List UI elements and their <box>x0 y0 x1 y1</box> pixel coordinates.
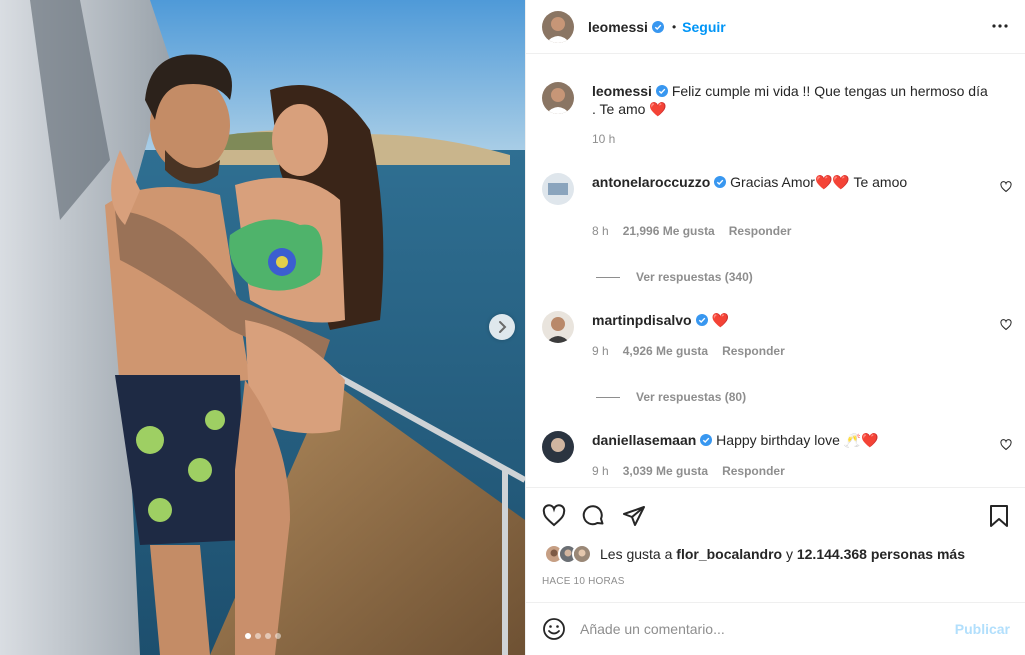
comment-body: ❤️ <box>711 312 729 328</box>
comment-text: antonelaroccuzzo Gracias Amor❤️❤️ Te amo… <box>592 173 992 191</box>
view-replies-label: Ver respuestas (80) <box>636 390 747 404</box>
profile-photo <box>542 173 574 205</box>
photo-couple-on-yacht <box>0 0 525 655</box>
follow-button[interactable]: Seguir <box>682 19 726 35</box>
profile-photo <box>542 431 574 463</box>
likes-count[interactable]: 12.144.368 personas más <box>797 546 965 562</box>
verified-badge-icon <box>651 20 664 33</box>
reply-button[interactable]: Responder <box>722 464 785 478</box>
like-heart-icon[interactable] <box>542 504 566 528</box>
caption-username[interactable]: leomessi <box>592 83 652 99</box>
avatar[interactable] <box>542 10 574 43</box>
comment-time[interactable]: 8 h <box>592 224 609 238</box>
comment-body: Happy birthday love 🥂❤️ <box>716 432 879 448</box>
comment-username[interactable]: antonelaroccuzzo <box>592 174 710 190</box>
avatar[interactable] <box>542 311 574 343</box>
comment-text: daniellasemaan Happy birthday love 🥂❤️ <box>592 431 992 449</box>
post-sidebar: leomessi • Seguir leomessi Feliz cumple … <box>525 0 1025 655</box>
comment-meta: 9 h 3,039 Me gusta Responder <box>592 464 785 478</box>
like-comment-heart-icon[interactable] <box>1000 439 1012 451</box>
comment-item: martinpdisalvo ❤️ 9 h 4,926 Me gusta Res… <box>542 311 1012 391</box>
replies-line <box>596 396 620 398</box>
action-icons <box>542 504 646 528</box>
comment-likes[interactable]: 21,996 Me gusta <box>623 224 715 238</box>
caption-time[interactable]: 10 h <box>592 132 615 146</box>
avatar[interactable] <box>542 431 574 463</box>
comment-time[interactable]: 9 h <box>592 344 609 358</box>
avatar[interactable] <box>542 82 574 114</box>
verified-badge-icon <box>700 434 713 446</box>
likes-summary[interactable]: Les gusta a flor_bocalandro y 12.144.368… <box>544 544 965 564</box>
carousel-dot <box>244 633 251 639</box>
likes-prefix: Les gusta a <box>600 546 673 562</box>
caption-meta: 10 h <box>592 132 615 146</box>
comment-input[interactable] <box>580 621 955 637</box>
view-replies-button[interactable]: Ver respuestas (340) <box>596 270 753 284</box>
verified-badge-icon <box>714 176 727 188</box>
liker-avatars <box>544 544 592 564</box>
post-timestamp[interactable]: HACE 10 HORAS <box>542 576 625 587</box>
comment-item: daniellasemaan Happy birthday love 🥂❤️ 9… <box>542 431 1012 487</box>
publish-button[interactable]: Publicar <box>955 621 1010 637</box>
comment-meta: 9 h 4,926 Me gusta Responder <box>592 344 785 358</box>
likes-user[interactable]: flor_bocalandro <box>676 546 782 562</box>
separator-bullet: • <box>671 19 677 34</box>
view-replies-label: Ver respuestas (340) <box>636 270 753 284</box>
comment-likes[interactable]: 4,926 Me gusta <box>623 344 708 358</box>
post-header: leomessi • Seguir <box>526 0 1025 54</box>
comment-username[interactable]: martinpdisalvo <box>592 312 692 328</box>
carousel-dot <box>274 633 281 639</box>
share-paper-plane-icon[interactable] <box>622 504 646 528</box>
comment-text: martinpdisalvo ❤️ <box>592 311 992 329</box>
like-comment-heart-icon[interactable] <box>1000 181 1012 193</box>
comment-meta: 8 h 21,996 Me gusta Responder <box>592 224 791 238</box>
caption: leomessi Feliz cumple mi vida !! Que ten… <box>542 82 1012 152</box>
profile-photo <box>542 10 574 43</box>
caption-text: leomessi Feliz cumple mi vida !! Que ten… <box>592 82 992 118</box>
comment-item: antonelaroccuzzo Gracias Amor❤️❤️ Te amo… <box>542 173 1012 253</box>
comment-time[interactable]: 9 h <box>592 464 609 478</box>
chevron-right-icon <box>499 321 507 333</box>
more-options-icon[interactable] <box>992 24 1008 28</box>
comment-likes[interactable]: 3,039 Me gusta <box>623 464 708 478</box>
profile-photo <box>542 311 574 343</box>
post-photo[interactable] <box>0 0 525 655</box>
author-username[interactable]: leomessi <box>588 19 648 35</box>
next-slide-button[interactable] <box>489 314 515 340</box>
profile-photo <box>542 82 574 114</box>
carousel-dot <box>264 633 271 639</box>
comment-bubble-icon[interactable] <box>582 504 606 528</box>
reply-button[interactable]: Responder <box>729 224 792 238</box>
comment-body: Gracias Amor❤️❤️ Te amoo <box>730 174 908 190</box>
like-comment-heart-icon[interactable] <box>1000 319 1012 331</box>
avatar <box>572 544 592 564</box>
emoji-icon[interactable] <box>542 617 566 641</box>
instagram-post: leomessi • Seguir leomessi Feliz cumple … <box>0 0 1025 655</box>
verified-badge-icon <box>695 314 708 326</box>
likes-connector: y <box>785 546 793 562</box>
comments-list[interactable]: leomessi Feliz cumple mi vida !! Que ten… <box>526 55 1025 487</box>
comment-username[interactable]: daniellasemaan <box>592 432 696 448</box>
post-actions: Les gusta a flor_bocalandro y 12.144.368… <box>526 487 1025 602</box>
carousel-dot <box>254 633 261 639</box>
carousel-indicators <box>0 633 525 639</box>
avatar[interactable] <box>542 173 574 205</box>
save-bookmark-icon[interactable] <box>988 504 1010 528</box>
replies-line <box>596 276 620 278</box>
add-comment-bar: Publicar <box>526 602 1025 655</box>
view-replies-button[interactable]: Ver respuestas (80) <box>596 390 746 404</box>
verified-badge-icon <box>655 85 668 97</box>
reply-button[interactable]: Responder <box>722 344 785 358</box>
